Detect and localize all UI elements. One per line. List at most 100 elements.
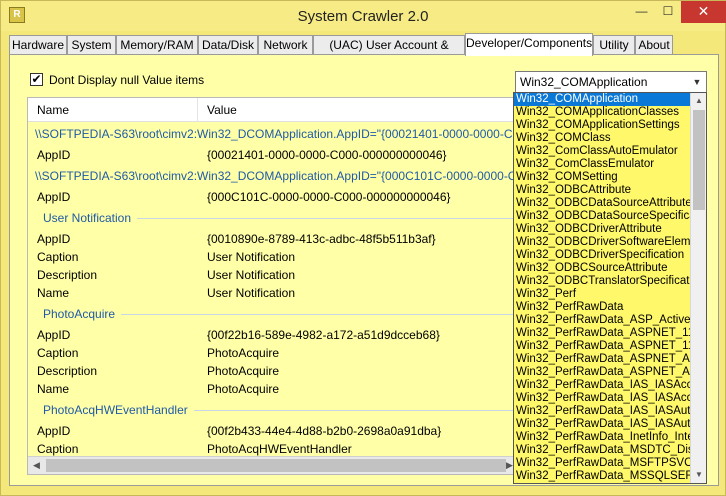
table-row[interactable]: Name User Notification <box>28 284 516 302</box>
tab-network[interactable]: Network <box>258 35 313 55</box>
listview-body: \\SOFTPEDIA-S63\root\cimv2:Win32_DCOMApp… <box>28 122 516 457</box>
properties-listview[interactable]: Name Value \\SOFTPEDIA-S63\root\cimv2:Wi… <box>27 97 517 475</box>
class-option[interactable]: Win32_PerfRawData_ASPNET_ASP <box>514 366 690 379</box>
chevron-down-icon[interactable]: ▼ <box>690 72 704 92</box>
table-row[interactable]: Name PhotoAcquire <box>28 380 516 398</box>
property-value: PhotoAcquire <box>207 346 280 360</box>
tab-hardware[interactable]: Hardware <box>9 35 67 55</box>
minimize-button[interactable]: — <box>628 1 655 23</box>
class-option[interactable]: Win32_ODBCDriverSoftwareElement <box>514 236 690 249</box>
property-name: Description <box>37 268 98 282</box>
class-option[interactable]: Win32_COMApplicationClasses <box>514 106 690 119</box>
table-row[interactable]: Caption PhotoAcquire <box>28 344 516 362</box>
tab-uac-security[interactable]: (UAC) User Account & Security <box>313 35 465 70</box>
class-option[interactable]: Win32_PerfRawData_MSFTPSVC_FTPService <box>514 457 690 470</box>
class-option[interactable]: Win32_COMApplicationSettings <box>514 119 690 132</box>
group-header[interactable]: User Notification <box>28 206 516 230</box>
column-header-name[interactable]: Name <box>28 98 198 122</box>
close-button[interactable]: ✕ <box>681 1 726 23</box>
group-header-label: PhotoAcqHWEventHandler <box>43 398 194 422</box>
horizontal-scroll-thumb[interactable] <box>46 459 506 472</box>
class-select[interactable]: Win32_COMApplication ▼ <box>515 71 707 93</box>
dropdown-scrollbar[interactable]: ▲ ▼ <box>690 93 706 483</box>
class-option[interactable]: Win32_Perf <box>514 288 690 301</box>
null-values-checkbox[interactable]: ✔ <box>30 73 43 86</box>
class-option[interactable]: Win32_ODBCTranslatorSpecification <box>514 275 690 288</box>
scroll-down-icon[interactable]: ▼ <box>691 467 706 483</box>
table-row[interactable]: Caption PhotoAcqHWEventHandler <box>28 440 516 457</box>
class-option[interactable]: Win32_PerfRawData_IAS_IASAuthentication <box>514 418 690 431</box>
class-option[interactable]: Win32_PerfRawData_IAS_IASAccounting <box>514 379 690 392</box>
table-row[interactable]: AppID {00f2b433-44e4-4d88-b2b0-2698a0a91d… <box>28 422 516 440</box>
class-option[interactable]: Win32_PerfRawData_MSDTC_DistributedTrans… <box>514 444 690 457</box>
null-values-label[interactable]: Dont Display null Value items <box>49 73 204 87</box>
class-options-list: Win32_COMApplication Win32_COMApplication… <box>514 93 690 483</box>
table-row[interactable]: Description PhotoAcquire <box>28 362 516 380</box>
class-option[interactable]: Win32_PerfRawData_IAS_IASAccounting <box>514 392 690 405</box>
table-row[interactable]: AppID {000C101C-0000-0000-C000-0000000000… <box>28 188 516 206</box>
property-name: AppID <box>37 424 71 438</box>
class-option[interactable]: Win32_COMSetting <box>514 171 690 184</box>
class-option[interactable]: Win32_ODBCDataSourceAttribute <box>514 197 690 210</box>
class-option[interactable]: Win32_PerfRawData_ASPNET_ASP <box>514 353 690 366</box>
class-option[interactable]: Win32_ComClassAutoEmulator <box>514 145 690 158</box>
maximize-button[interactable]: ☐ <box>655 1 681 23</box>
object-path-header[interactable]: \\SOFTPEDIA-S63\root\cimv2:Win32_DCOMApp… <box>28 122 516 146</box>
tab-system[interactable]: System <box>67 35 116 55</box>
table-row[interactable]: AppID {00f22b16-589e-4982-a172-a51d9dcceb… <box>28 326 516 344</box>
table-row[interactable]: AppID {0010890e-8789-413c-adbc-48f5b511b3… <box>28 230 516 248</box>
property-name: Name <box>37 286 70 300</box>
class-option[interactable]: Win32_ODBCDataSourceSpecification <box>514 210 690 223</box>
class-option[interactable]: Win32_COMApplication <box>514 93 690 106</box>
scroll-left-icon[interactable]: ◀ <box>28 457 45 474</box>
group-header-label: \\SOFTPEDIA-S63\root\cimv2:Win32_DCOMApp… <box>35 164 516 188</box>
column-header-value[interactable]: Value <box>198 98 516 122</box>
class-select-dropdown[interactable]: Win32_COMApplication Win32_COMApplication… <box>513 92 707 484</box>
class-option[interactable]: Win32_PerfRawData_IAS_IASAuthentication <box>514 405 690 418</box>
class-option[interactable]: Win32_PerfRawData <box>514 301 690 314</box>
class-select-value: Win32_COMApplication <box>520 75 648 89</box>
property-name: Caption <box>37 250 79 264</box>
scroll-up-icon[interactable]: ▲ <box>691 93 706 109</box>
class-option[interactable]: Win32_ODBCDriverSpecification <box>514 249 690 262</box>
property-name: Description <box>37 364 98 378</box>
horizontal-scrollbar[interactable]: ◀ ▶ <box>28 456 516 474</box>
class-option[interactable]: Win32_ODBCAttribute <box>514 184 690 197</box>
tab-developer-components[interactable]: Developer/Components <box>465 33 593 56</box>
class-option[interactable]: Win32_ComClassEmulator <box>514 158 690 171</box>
class-option[interactable]: Win32_PerfRawData_ASPNET_114 <box>514 340 690 353</box>
tab-data-disk[interactable]: Data/Disk <box>198 35 258 55</box>
property-value: User Notification <box>207 250 296 264</box>
property-name: AppID <box>37 232 71 246</box>
class-option[interactable]: Win32_ODBCDriverAttribute <box>514 223 690 236</box>
tab-utility[interactable]: Utility <box>593 35 635 55</box>
tab-about[interactable]: About <box>635 35 673 55</box>
group-header[interactable]: PhotoAcqHWEventHandler <box>28 398 516 422</box>
table-row[interactable]: Description User Notification <box>28 266 516 284</box>
listview-header: Name Value <box>28 98 516 122</box>
table-row[interactable]: Caption User Notification <box>28 248 516 266</box>
class-option[interactable]: Win32_COMClass <box>514 132 690 145</box>
class-option[interactable]: Win32_ODBCSourceAttribute <box>514 262 690 275</box>
object-path-header[interactable]: \\SOFTPEDIA-S63\root\cimv2:Win32_DCOMApp… <box>28 164 516 188</box>
property-value: User Notification <box>207 268 296 282</box>
class-option[interactable]: Win32_PerfRawData_ASPNET_114 <box>514 327 690 340</box>
app-window: R System Crawler 2.0 — ☐ ✕ Hardware Syst… <box>0 0 726 496</box>
title-bar[interactable]: R System Crawler 2.0 — ☐ ✕ <box>1 1 726 31</box>
class-option[interactable]: Win32_PerfRawData_InetInfo_InternetInfo <box>514 431 690 444</box>
property-value: User Notification <box>207 286 296 300</box>
property-value: {00021401-0000-0000-C000-000000000046} <box>207 148 447 162</box>
tab-memory-ram[interactable]: Memory/RAM <box>116 35 198 55</box>
property-name: AppID <box>37 190 71 204</box>
window-title: System Crawler 2.0 <box>297 8 429 25</box>
property-name: Caption <box>37 346 79 360</box>
table-row[interactable]: AppID {00021401-0000-0000-C000-0000000000… <box>28 146 516 164</box>
main-tabs: Hardware System Memory/RAM Data/Disk Net… <box>9 33 719 70</box>
property-name: Caption <box>37 442 79 456</box>
class-option[interactable]: Win32_PerfRawData_ASP_ActiveServerPages <box>514 314 690 327</box>
group-header[interactable]: PhotoAcquire <box>28 302 516 326</box>
property-name: AppID <box>37 148 71 162</box>
dropdown-scroll-thumb[interactable] <box>693 110 705 210</box>
group-header-label: PhotoAcquire <box>43 302 122 326</box>
class-option[interactable]: Win32_PerfRawData_MSSQLSERVER <box>514 470 690 483</box>
